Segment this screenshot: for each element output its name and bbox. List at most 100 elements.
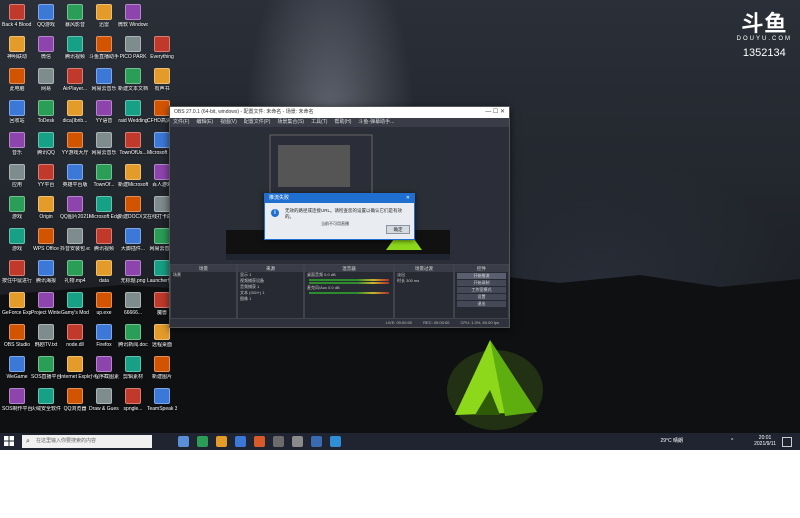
desktop-icon[interactable]: 无标题.png <box>118 260 148 284</box>
weather-widget[interactable]: 29°C 晴朗 <box>660 433 683 450</box>
desktop-icon[interactable]: node.dll <box>60 324 90 348</box>
desktop-icon[interactable]: OBS Studio <box>2 324 32 348</box>
desktop-icon[interactable]: 游戏 <box>2 228 32 252</box>
desktop-icon[interactable]: 英雄平台版 <box>60 164 90 188</box>
taskbar-app-icon[interactable] <box>197 436 208 447</box>
desktop-icon[interactable]: 网易 <box>31 68 61 92</box>
desktop-icon[interactable]: YY语音 <box>89 100 119 124</box>
clock[interactable]: 20:01 2021/9/11 <box>754 435 776 447</box>
notification-icon[interactable] <box>782 437 792 447</box>
tray-icons[interactable]: ^ ◐ ▣ ♪ 中 <box>731 433 738 518</box>
obs-title-bar[interactable]: OBS 27.0.1 (64-bit, windows) - 配置文件: 未命名… <box>170 107 509 118</box>
desktop-icon[interactable]: GeForce Experience <box>2 292 32 316</box>
desktop-icon[interactable]: dica(Ibrib... <box>60 100 90 124</box>
exit-button[interactable]: 退出 <box>457 301 506 307</box>
desktop-icon[interactable]: YY游戏大厅 <box>60 132 90 156</box>
desktop-icon[interactable]: data <box>89 260 119 284</box>
menu-item[interactable]: 编辑(E) <box>196 119 213 125</box>
desktop-icon[interactable]: Gamy's Mod <box>60 292 90 316</box>
settings-button[interactable]: 设置 <box>457 294 506 300</box>
desktop-icon[interactable]: 腾讯新闻.doc <box>118 324 148 348</box>
menu-item[interactable]: 工具(T) <box>311 119 327 125</box>
desktop-icon[interactable]: 腾讯视频 <box>89 228 119 252</box>
desktop-icon[interactable]: 网易云音乐 <box>89 68 119 92</box>
desktop-icon[interactable]: QQ游戏 <box>31 4 61 28</box>
start-streaming-button[interactable]: 开始推流 <box>457 273 506 279</box>
desktop-icon[interactable]: 腾讯QQ <box>31 132 61 156</box>
desktop-icon[interactable]: 腾讯海报 <box>31 260 61 284</box>
desktop-icon[interactable]: Project Winter <box>31 292 61 316</box>
desktop-icon[interactable]: 韩剧TV.txt <box>31 324 61 348</box>
taskbar-app-icon[interactable] <box>216 436 227 447</box>
desktop-icon[interactable]: AirPlayer... <box>60 68 90 92</box>
desktop-icon[interactable]: Back 4 Blood Beta <box>2 4 32 28</box>
desktop-icon[interactable]: TeamSpeak 3 <box>147 388 177 412</box>
desktop-icon[interactable]: 游戏 <box>2 196 32 220</box>
desktop-icon[interactable]: 回收站 <box>2 100 32 124</box>
menu-item[interactable]: 视图(V) <box>220 119 237 125</box>
desktop-icon[interactable]: 剪辑素材 <box>118 356 148 380</box>
taskbar-app-icon[interactable] <box>311 436 322 447</box>
volume-meter[interactable] <box>309 292 389 294</box>
scene-item[interactable]: 场景 <box>171 272 236 278</box>
desktop-icon[interactable]: Origin <box>31 196 61 220</box>
ok-button[interactable]: 确定 <box>386 225 410 234</box>
menu-item[interactable]: 场景集合(S) <box>277 119 304 125</box>
taskbar-app-icon[interactable] <box>235 436 246 447</box>
desktop-icon[interactable]: 新建DOCX文档.docx <box>118 196 148 220</box>
desktop-icon[interactable]: ToDesk <box>31 100 61 124</box>
desktop-icon[interactable]: 应用 <box>2 164 32 188</box>
desktop-icon[interactable]: 新建图片 <box>147 356 177 380</box>
desktop-icon[interactable]: 有声书 <box>147 68 177 92</box>
taskbar-search[interactable]: ⌕ 在这里输入你要搜索的内容 <box>22 435 152 448</box>
desktop-icon[interactable]: Microsoft Edge <box>89 196 119 220</box>
taskbar-app-icon[interactable] <box>330 436 341 447</box>
desktop-icon[interactable]: WeGame <box>2 356 32 380</box>
desktop-icon[interactable]: up.exe <box>89 292 119 316</box>
desktop-icon[interactable]: 暴风影音 <box>60 4 90 28</box>
desktop-icon[interactable]: Firefox <box>89 324 119 348</box>
desktop-icon[interactable]: 小程序截图素材 <box>89 356 119 380</box>
desktop-icon[interactable]: YY平台 <box>31 164 61 188</box>
desktop-icon[interactable]: 抖音安装包.exe <box>60 228 90 252</box>
desktop-icon[interactable]: 66666... <box>118 292 148 316</box>
desktop-icon[interactable]: Internet Explorer <box>60 356 90 380</box>
desktop-icon[interactable]: TownOf... <box>89 164 119 188</box>
studio-mode-button[interactable]: 工作室模式 <box>457 287 506 293</box>
desktop-icon[interactable]: QQ浏览器 <box>60 388 90 412</box>
desktop-icon[interactable]: 礼物.mp4 <box>60 260 90 284</box>
desktop-icon[interactable]: 火绒安全软件 <box>31 388 61 412</box>
desktop-icon[interactable]: Draw & Guess <box>89 388 119 412</box>
taskbar-app-icon[interactable] <box>178 436 189 447</box>
desktop-icon[interactable]: Everything <box>147 36 177 60</box>
desktop-icon[interactable]: spngle... <box>118 388 148 412</box>
taskbar-app-icon[interactable] <box>254 436 265 447</box>
duration-row[interactable]: 时长 300 ms <box>395 278 453 284</box>
desktop-icon[interactable]: 迅雷 <box>89 4 119 28</box>
volume-meter[interactable] <box>309 279 389 281</box>
desktop-icon[interactable]: TownOfUs... <box>118 132 148 156</box>
desktop-icon[interactable]: 新建文本文档.txt <box>118 68 148 92</box>
taskbar-app-icon[interactable] <box>292 436 303 447</box>
menu-item[interactable]: 文件(F) <box>173 119 189 125</box>
desktop-icon[interactable]: 神明联动 <box>2 36 32 60</box>
menu-item[interactable]: 斗鱼-弹幕助手... <box>358 119 394 125</box>
desktop-icon[interactable]: QQ图片20210... <box>60 196 90 220</box>
volume-meter[interactable] <box>309 282 389 284</box>
desktop-icon[interactable]: 此电脑 <box>2 68 32 92</box>
taskbar-app-icon[interactable] <box>273 436 284 447</box>
desktop-icon[interactable]: 新建Microsoft .doc <box>118 164 148 188</box>
desktop-icon[interactable]: 按住中鼠进行... <box>2 260 32 284</box>
desktop-icon[interactable]: raid Wedding <box>118 100 148 124</box>
desktop-icon[interactable]: 斗鱼直播助手 <box>89 36 119 60</box>
close-icon[interactable]: ✕ <box>406 194 410 203</box>
desktop-icon[interactable]: 微信 <box>31 36 61 60</box>
desktop-icon[interactable]: 大脚插件... <box>118 228 148 252</box>
desktop-icon[interactable]: SOS直播平台 <box>31 356 61 380</box>
desktop-icon[interactable]: 网易云音乐 <box>89 132 119 156</box>
desktop-icon[interactable]: 腾讯视频 <box>60 36 90 60</box>
desktop-icon[interactable]: WPS Office <box>31 228 61 252</box>
desktop-icon[interactable]: 音乐 <box>2 132 32 156</box>
menu-item[interactable]: 帮助(H) <box>334 119 351 125</box>
windows-start-icon[interactable] <box>4 436 14 446</box>
